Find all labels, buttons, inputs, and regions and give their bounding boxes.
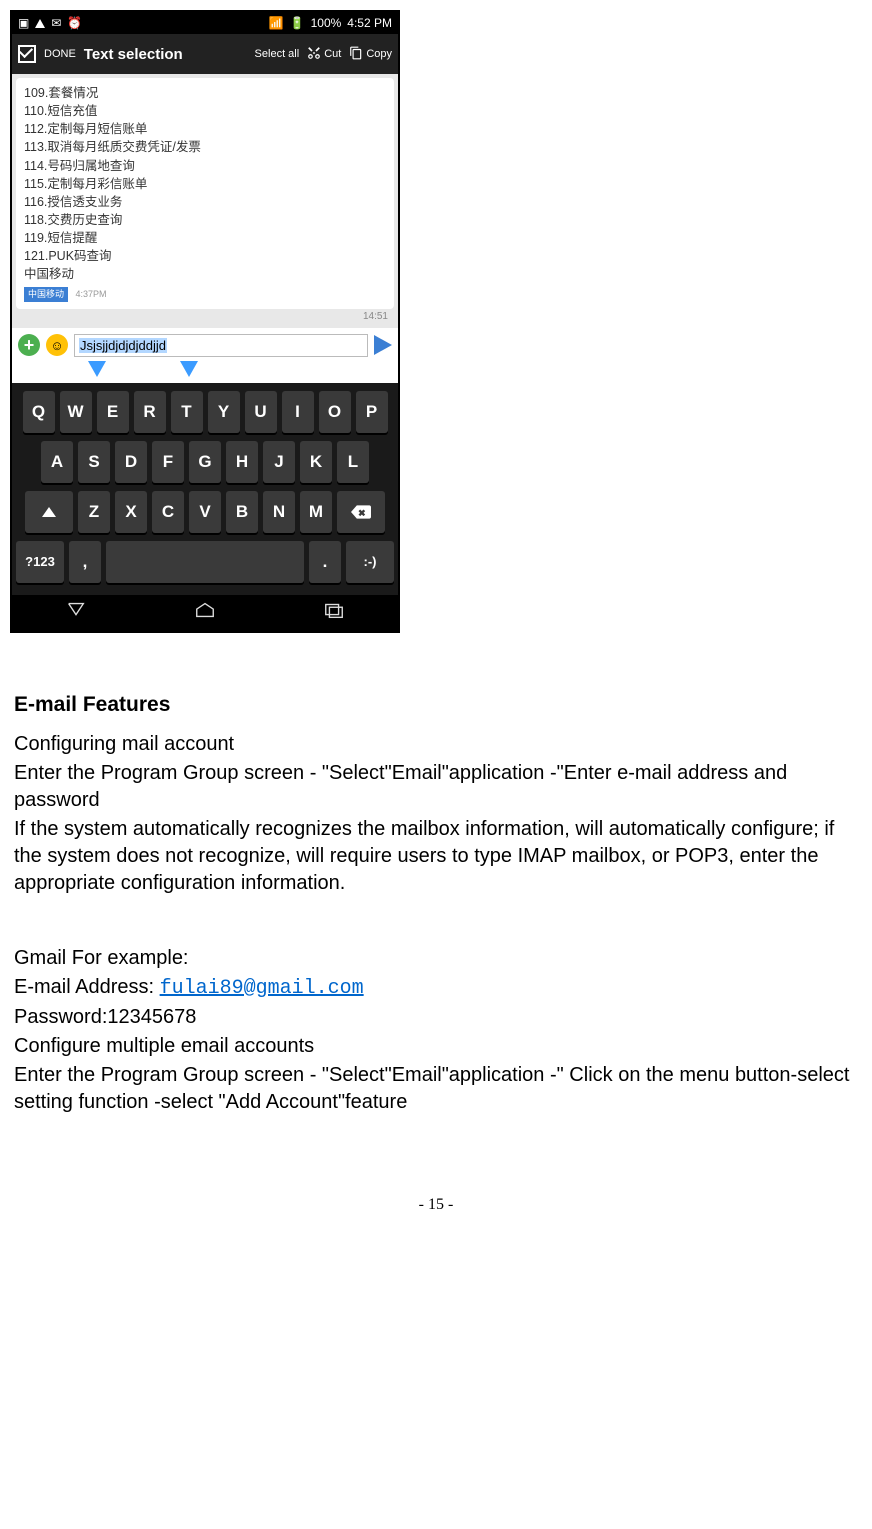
- attach-plus-icon[interactable]: +: [18, 334, 40, 356]
- battery-icon: 🔋: [290, 16, 305, 30]
- key-row-2: A S D F G H J K L: [16, 441, 394, 483]
- android-navbar: [12, 595, 398, 631]
- key-space[interactable]: [106, 541, 304, 583]
- toolbar-title: Text selection: [84, 46, 183, 63]
- key-v[interactable]: V: [189, 491, 221, 533]
- para-enter-program: Enter the Program Group screen - "Select…: [14, 760, 858, 814]
- key-n[interactable]: N: [263, 491, 295, 533]
- para-configure-multiple: Configure multiple email accounts: [14, 1033, 858, 1060]
- done-label[interactable]: DONE: [44, 48, 76, 60]
- key-s[interactable]: S: [78, 441, 110, 483]
- nav-home-icon[interactable]: [194, 601, 216, 624]
- text-selection-toolbar: DONE Text selection Select all Cut Copy: [12, 34, 398, 74]
- para-auto-recognize: If the system automatically recognizes t…: [14, 816, 858, 897]
- selected-text: Jsjsjjdjdjdjddjjd: [79, 338, 167, 353]
- key-p[interactable]: P: [356, 391, 388, 433]
- selection-handles: [12, 363, 398, 383]
- key-row-1: Q W E R T Y U I O P: [16, 391, 394, 433]
- battery-percent: 100%: [311, 16, 342, 30]
- key-b[interactable]: B: [226, 491, 258, 533]
- key-u[interactable]: U: [245, 391, 277, 433]
- bubble-time: 4:37PM: [76, 289, 107, 299]
- selection-handle-right-icon[interactable]: [180, 361, 198, 377]
- nav-recent-icon[interactable]: [323, 601, 345, 624]
- key-row-4: ?123 , . :-): [16, 541, 394, 583]
- selection-handle-left-icon[interactable]: [88, 361, 106, 377]
- key-f[interactable]: F: [152, 441, 184, 483]
- message-area: 109.套餐情况 110.短信充值 112.定制每月短信账单 113.取消每月纸…: [12, 74, 398, 328]
- phone-screenshot: ▣ ✉ ⏰ 📶 🔋 100% 4:52 PM DONE Text selecti…: [10, 10, 400, 633]
- select-all-button[interactable]: Select all: [255, 48, 300, 60]
- notification-chat-icon: ✉: [51, 16, 61, 30]
- thread-timestamp: 14:51: [16, 311, 394, 326]
- key-t[interactable]: T: [171, 391, 203, 433]
- key-k[interactable]: K: [300, 441, 332, 483]
- cut-icon: [307, 46, 321, 63]
- para-gmail-example: Gmail For example:: [14, 945, 858, 972]
- notification-alarm-icon: ⏰: [67, 16, 82, 30]
- copy-icon: [349, 46, 363, 63]
- send-icon[interactable]: [374, 335, 392, 355]
- email-link[interactable]: fulai89@gmail.com: [160, 977, 364, 1000]
- key-a[interactable]: A: [41, 441, 73, 483]
- page-number: - 15 -: [10, 1196, 862, 1214]
- key-o[interactable]: O: [319, 391, 351, 433]
- notification-triangle-icon: [35, 19, 45, 28]
- para-config-mail: Configuring mail account: [14, 731, 858, 758]
- key-y[interactable]: Y: [208, 391, 240, 433]
- key-row-3: Z X C V B N M: [16, 491, 394, 533]
- key-comma[interactable]: ,: [69, 541, 101, 583]
- nav-back-icon[interactable]: [65, 601, 87, 624]
- para-password: Password:12345678: [14, 1004, 858, 1031]
- signal-icon: 📶: [269, 16, 284, 30]
- heading-email-features: E-mail Features: [14, 693, 858, 717]
- compose-row: + ☺ Jsjsjjdjdjdjddjjd: [12, 328, 398, 363]
- compose-input[interactable]: Jsjsjjdjdjdjddjjd: [74, 334, 368, 357]
- para-email-address: E-mail Address: fulai89@gmail.com: [14, 974, 858, 1002]
- key-e[interactable]: E: [97, 391, 129, 433]
- key-r[interactable]: R: [134, 391, 166, 433]
- done-check-icon[interactable]: [18, 45, 36, 63]
- key-m[interactable]: M: [300, 491, 332, 533]
- key-g[interactable]: G: [189, 441, 221, 483]
- sender-chip: 中国移动: [24, 287, 68, 302]
- key-d[interactable]: D: [115, 441, 147, 483]
- document-body: E-mail Features Configuring mail account…: [10, 693, 862, 1116]
- key-h[interactable]: H: [226, 441, 258, 483]
- key-symbols[interactable]: ?123: [16, 541, 64, 583]
- message-bubble[interactable]: 109.套餐情况 110.短信充值 112.定制每月短信账单 113.取消每月纸…: [16, 78, 394, 309]
- key-z[interactable]: Z: [78, 491, 110, 533]
- copy-button[interactable]: Copy: [349, 46, 392, 63]
- cut-button[interactable]: Cut: [307, 46, 341, 63]
- key-l[interactable]: L: [337, 441, 369, 483]
- key-backspace[interactable]: [337, 491, 385, 533]
- key-j[interactable]: J: [263, 441, 295, 483]
- status-bar: ▣ ✉ ⏰ 📶 🔋 100% 4:52 PM: [12, 12, 398, 34]
- clock: 4:52 PM: [347, 16, 392, 30]
- key-smile[interactable]: :-): [346, 541, 394, 583]
- key-i[interactable]: I: [282, 391, 314, 433]
- key-period[interactable]: .: [309, 541, 341, 583]
- key-x[interactable]: X: [115, 491, 147, 533]
- notification-icon: ▣: [18, 16, 29, 30]
- emoji-icon[interactable]: ☺: [46, 334, 68, 356]
- key-q[interactable]: Q: [23, 391, 55, 433]
- keyboard: Q W E R T Y U I O P A S D F G H J K L: [12, 383, 398, 595]
- para-add-account: Enter the Program Group screen - "Select…: [14, 1062, 858, 1116]
- key-shift[interactable]: [25, 491, 73, 533]
- key-w[interactable]: W: [60, 391, 92, 433]
- key-c[interactable]: C: [152, 491, 184, 533]
